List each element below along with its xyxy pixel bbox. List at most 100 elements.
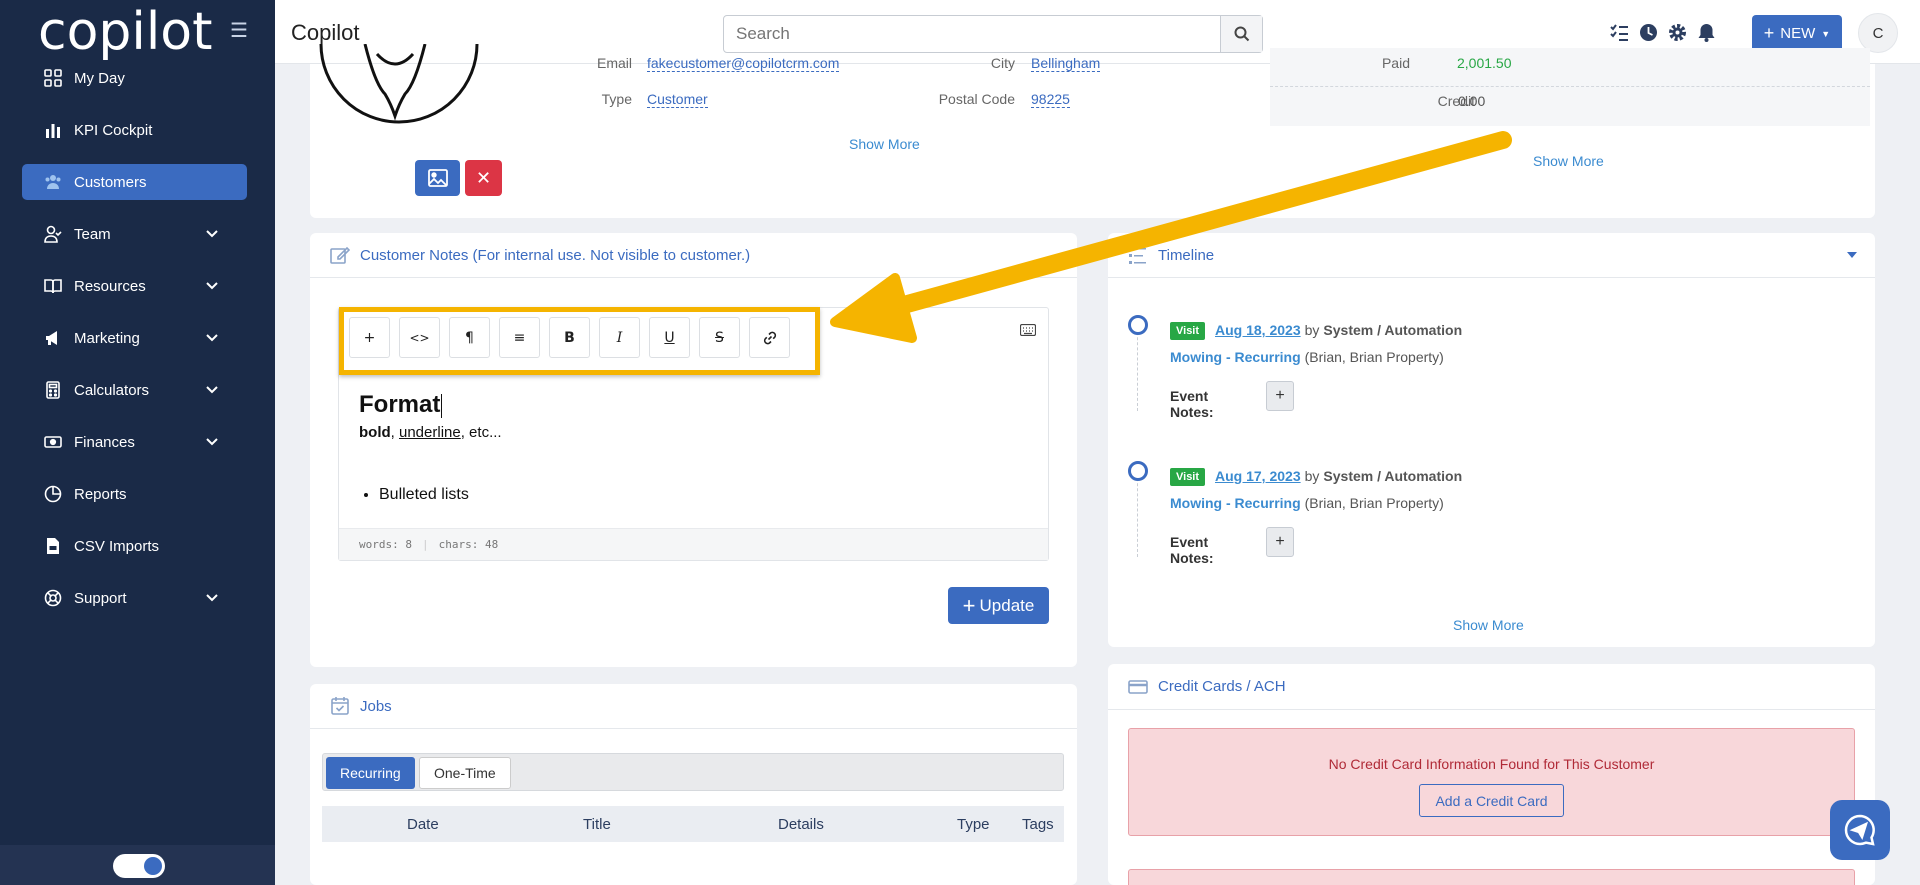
sidebar-item-support[interactable]: Support xyxy=(22,580,247,616)
update-button[interactable]: + Update xyxy=(948,587,1049,624)
column-type[interactable]: Type xyxy=(957,816,990,833)
sidebar-item-csv-imports[interactable]: CSV Imports xyxy=(22,528,247,564)
code-icon: <> xyxy=(409,330,430,345)
add-event-note-button[interactable]: + xyxy=(1266,381,1294,411)
job-link[interactable]: Mowing - Recurring xyxy=(1170,349,1301,365)
postal-code-value[interactable]: 98225 xyxy=(1031,91,1070,108)
visit-date[interactable]: Aug 17, 2023 xyxy=(1215,468,1301,484)
column-title[interactable]: Title xyxy=(583,816,611,833)
secondary-alert xyxy=(1128,869,1855,885)
close-icon: ✕ xyxy=(475,167,492,188)
underline-button[interactable]: U xyxy=(649,317,690,358)
city-value[interactable]: Bellingham xyxy=(1031,55,1101,72)
sidebar-item-resources[interactable]: Resources xyxy=(22,268,247,304)
rich-text-editor[interactable]: + <> ¶ ≡ B I U S Format bold, underline,… xyxy=(338,307,1049,561)
sidebar-item-finances[interactable]: Finances xyxy=(22,424,247,460)
etc-text: , etc... xyxy=(460,424,502,441)
link-button[interactable] xyxy=(749,317,790,358)
search-icon xyxy=(1234,26,1249,42)
plus-icon: + xyxy=(962,592,976,618)
author-text: System / Automation xyxy=(1323,468,1463,484)
sidebar: copilot ☰ My Day KPI Cockpit Customers T… xyxy=(0,0,275,885)
show-more-profile[interactable]: Show More xyxy=(849,136,920,152)
jobs-header: Jobs xyxy=(310,684,1077,729)
bell-icon[interactable] xyxy=(1697,23,1716,42)
bold-icon: B xyxy=(564,329,575,346)
theme-toggle[interactable] xyxy=(113,854,165,878)
email-value[interactable]: fakecustomer@copilotcrm.com xyxy=(647,55,840,72)
underline-icon: U xyxy=(664,329,675,346)
visit-date[interactable]: Aug 18, 2023 xyxy=(1215,322,1301,338)
job-line: Mowing - Recurring (Brian, Brian Propert… xyxy=(1170,495,1444,511)
bold-text: bold xyxy=(359,424,391,441)
search-button[interactable] xyxy=(1220,16,1262,52)
sidebar-item-my-day[interactable]: My Day xyxy=(22,60,247,96)
sidebar-item-label: Calculators xyxy=(74,381,150,399)
sidebar-item-label: Reports xyxy=(74,485,127,503)
show-more-financial[interactable]: Show More xyxy=(1533,153,1604,169)
word-count: words: 8 xyxy=(359,538,412,551)
new-button-label: NEW xyxy=(1780,25,1816,42)
sidebar-item-team[interactable]: Team xyxy=(22,216,247,252)
customer-avatar-drawing[interactable] xyxy=(315,44,485,144)
keyboard-icon[interactable] xyxy=(1020,324,1036,336)
chat-widget-button[interactable] xyxy=(1830,800,1890,860)
upload-image-button[interactable] xyxy=(415,160,460,196)
user-icon xyxy=(44,225,62,243)
visit-date-link[interactable]: Aug 18, 2023 by System / Automation xyxy=(1215,322,1462,338)
sidebar-item-marketing[interactable]: Marketing xyxy=(22,320,247,356)
caret-down-icon[interactable] xyxy=(1847,252,1857,258)
column-details[interactable]: Details xyxy=(778,816,824,833)
tab-recurring[interactable]: Recurring xyxy=(326,757,415,789)
align-button[interactable]: ≡ xyxy=(499,317,540,358)
calculator-icon xyxy=(46,381,60,399)
paragraph-button[interactable]: ¶ xyxy=(449,317,490,358)
calendar-check-icon xyxy=(331,697,349,715)
chevron-down-icon[interactable] xyxy=(205,435,219,449)
italic-button[interactable]: I xyxy=(599,317,640,358)
gear-icon[interactable] xyxy=(1668,23,1687,42)
chevron-down-icon[interactable] xyxy=(205,227,219,241)
tasks-icon[interactable] xyxy=(1610,23,1629,42)
copilot-logo[interactable]: copilot xyxy=(38,2,213,62)
postal-code-label: Postal Code xyxy=(938,91,1015,107)
by-text: by xyxy=(1304,322,1320,338)
chevron-down-icon[interactable] xyxy=(205,279,219,293)
sidebar-item-kpi-cockpit[interactable]: KPI Cockpit xyxy=(22,112,247,148)
avatar[interactable]: C xyxy=(1858,13,1898,53)
visit-date-link[interactable]: Aug 17, 2023 by System / Automation xyxy=(1215,468,1462,484)
chevron-down-icon[interactable] xyxy=(205,591,219,605)
chevron-down-icon[interactable] xyxy=(205,331,219,345)
image-icon xyxy=(427,169,448,187)
logo-text-a: co xyxy=(38,2,99,62)
search-input[interactable] xyxy=(724,16,1219,52)
hamburger-menu-icon[interactable]: ☰ xyxy=(230,18,248,43)
column-date[interactable]: Date xyxy=(407,816,439,833)
sidebar-item-customers[interactable]: Customers xyxy=(22,164,247,200)
type-value[interactable]: Customer xyxy=(647,91,708,108)
sidebar-item-reports[interactable]: Reports xyxy=(22,476,247,512)
column-tags[interactable]: Tags xyxy=(1022,816,1054,833)
paid-label: Paid xyxy=(1381,55,1410,71)
sidebar-item-label: Team xyxy=(74,225,111,243)
book-icon xyxy=(44,279,62,294)
credit-cards-title: Credit Cards / ACH xyxy=(1158,678,1286,695)
notes-title: Customer Notes (For internal use. Not vi… xyxy=(360,246,751,264)
jobs-table-header: Date Title Details Type Tags xyxy=(322,806,1064,842)
new-button[interactable]: + NEW ▼ xyxy=(1752,15,1842,52)
timeline-show-more[interactable]: Show More xyxy=(1453,617,1524,633)
sidebar-item-calculators[interactable]: Calculators xyxy=(22,372,247,408)
job-link[interactable]: Mowing - Recurring xyxy=(1170,495,1301,511)
strikethrough-button[interactable]: S xyxy=(699,317,740,358)
code-button[interactable]: <> xyxy=(399,317,440,358)
insert-button[interactable]: + xyxy=(349,317,390,358)
chevron-down-icon[interactable] xyxy=(205,383,219,397)
align-icon: ≡ xyxy=(513,329,526,346)
delete-image-button[interactable]: ✕ xyxy=(465,160,502,196)
bold-button[interactable]: B xyxy=(549,317,590,358)
add-credit-card-button[interactable]: Add a Credit Card xyxy=(1419,784,1564,817)
lifebuoy-icon xyxy=(44,589,62,607)
tab-one-time[interactable]: One-Time xyxy=(419,757,511,789)
clock-icon[interactable] xyxy=(1639,23,1658,42)
add-event-note-button[interactable]: + xyxy=(1266,527,1294,557)
